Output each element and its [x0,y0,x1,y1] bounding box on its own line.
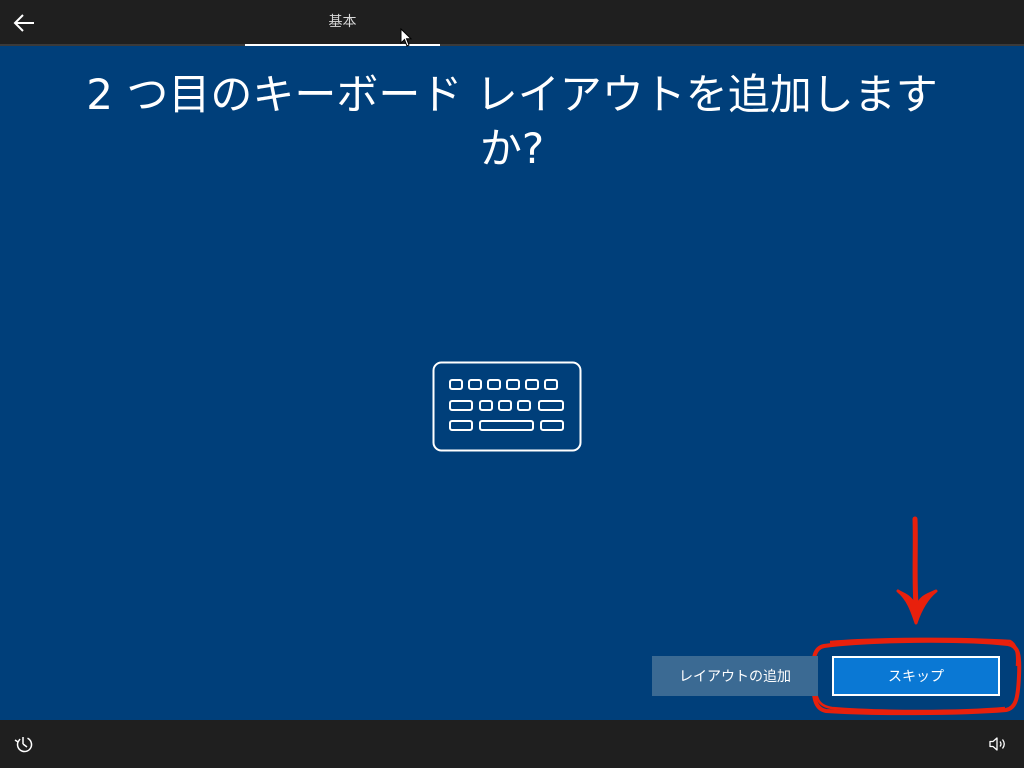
tab-label: 基本 [328,14,357,30]
annotation-arrow-icon [896,516,938,625]
mouse-cursor-icon [400,28,413,47]
add-layout-button[interactable]: レイアウトの追加 [652,656,818,696]
page-title-line-1: 2 つ目のキーボード レイアウトを追加します [86,70,938,119]
page-title: 2 つ目のキーボード レイアウトを追加します か? [0,68,1024,176]
page-title-line-2: か? [479,124,545,173]
keyboard-icon [432,361,582,452]
back-arrow-icon [13,14,34,32]
back-button[interactable] [8,8,40,38]
accessibility-icon[interactable] [14,734,34,754]
volume-icon[interactable] [988,734,1008,754]
top-bar: 基本 [0,0,1024,46]
bottom-bar [0,720,1024,768]
skip-button[interactable]: スキップ [832,656,1000,696]
